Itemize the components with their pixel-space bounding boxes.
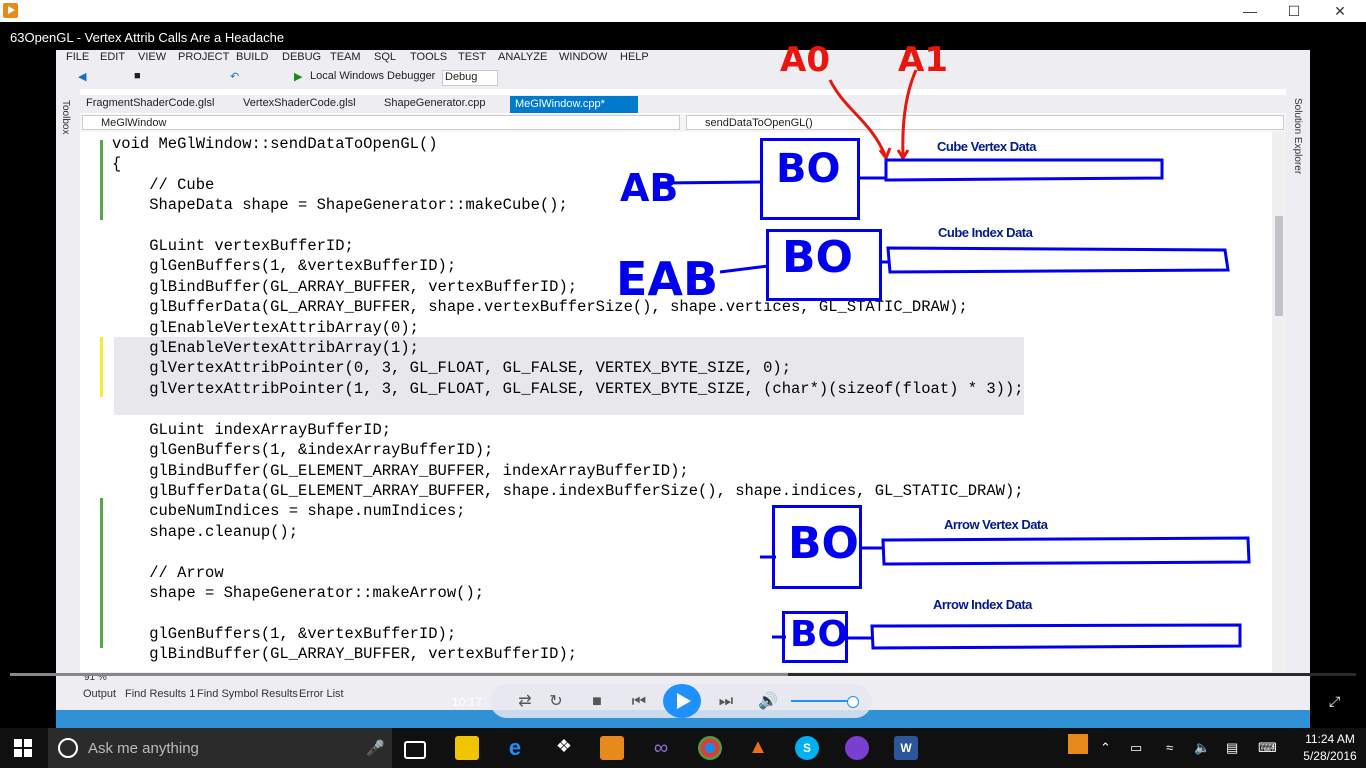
cube-vertex-data-label: Cube Vertex Data xyxy=(937,139,1036,154)
fullscreen-icon[interactable]: ⤢ xyxy=(1329,693,1347,709)
visual-studio-icon[interactable]: ∞ xyxy=(649,736,673,760)
clock-time[interactable]: 11:24 AM xyxy=(1300,732,1360,746)
battery-icon[interactable]: ▭ xyxy=(1130,740,1142,756)
shuffle-icon[interactable]: ⇄ xyxy=(514,691,536,713)
arrow-index-buffer-bar xyxy=(870,623,1242,650)
show-hidden-icons[interactable]: ⌃ xyxy=(1100,740,1111,756)
edge-icon[interactable]: e xyxy=(503,736,527,760)
dropbox-icon[interactable]: ❖ xyxy=(552,736,576,760)
eab-label: EAB xyxy=(616,252,719,306)
action-center-icon[interactable]: ▤ xyxy=(1226,740,1238,756)
ab-label: AB xyxy=(620,166,679,210)
microphone-icon[interactable]: 🎤 xyxy=(366,739,385,757)
seek-progress xyxy=(10,673,788,676)
task-view-icon[interactable] xyxy=(404,741,426,759)
timecode: 10:17 xyxy=(452,695,483,709)
word-icon[interactable]: W xyxy=(894,736,918,760)
a0-label: A0 xyxy=(780,40,830,80)
arrow-vertex-buffer-bar xyxy=(881,536,1251,566)
volume-icon[interactable]: 🔊 xyxy=(757,691,779,713)
wifi-icon[interactable]: ≈ xyxy=(1166,740,1173,755)
volume-slider[interactable] xyxy=(791,700,853,702)
notification-app-icon[interactable] xyxy=(1068,734,1088,754)
next-icon[interactable]: ⏭ xyxy=(713,691,739,713)
chrome-icon[interactable] xyxy=(698,736,722,760)
stop-icon[interactable]: ■ xyxy=(586,691,608,713)
windows-start-icon[interactable] xyxy=(14,739,32,757)
skype-icon[interactable]: S xyxy=(795,736,819,760)
play-button[interactable] xyxy=(663,684,701,718)
cortana-icon xyxy=(58,738,78,758)
bo-label: BO xyxy=(782,232,853,283)
matlab-icon[interactable]: ▲ xyxy=(746,736,770,760)
arrow-vertex-data-label: Arrow Vertex Data xyxy=(944,517,1048,532)
arrow-index-data-label: Arrow Index Data xyxy=(933,597,1032,612)
repeat-icon[interactable]: ↻ xyxy=(545,691,567,713)
bo-label: BO xyxy=(788,518,859,569)
a1-label: A1 xyxy=(898,40,948,80)
cube-index-data-label: Cube Index Data xyxy=(938,225,1033,240)
media-player-icon[interactable] xyxy=(600,736,624,760)
cube-index-buffer-bar xyxy=(886,246,1230,274)
speaker-icon[interactable]: 🔈 xyxy=(1194,740,1210,756)
annotation-layer xyxy=(659,69,1251,650)
bo-label: BO xyxy=(776,146,841,192)
keyboard-icon[interactable]: ⌨ xyxy=(1258,740,1277,756)
volume-knob[interactable] xyxy=(847,696,859,708)
clock-date[interactable]: 5/28/2016 xyxy=(1300,749,1360,763)
previous-icon[interactable]: ⏮ xyxy=(626,691,652,713)
search-placeholder: Ask me anything xyxy=(88,740,199,757)
file-explorer-icon[interactable] xyxy=(455,736,479,760)
bo-label: BO xyxy=(790,614,849,655)
cube-vertex-buffer-bar xyxy=(884,158,1164,182)
app-icon-purple[interactable] xyxy=(845,736,869,760)
